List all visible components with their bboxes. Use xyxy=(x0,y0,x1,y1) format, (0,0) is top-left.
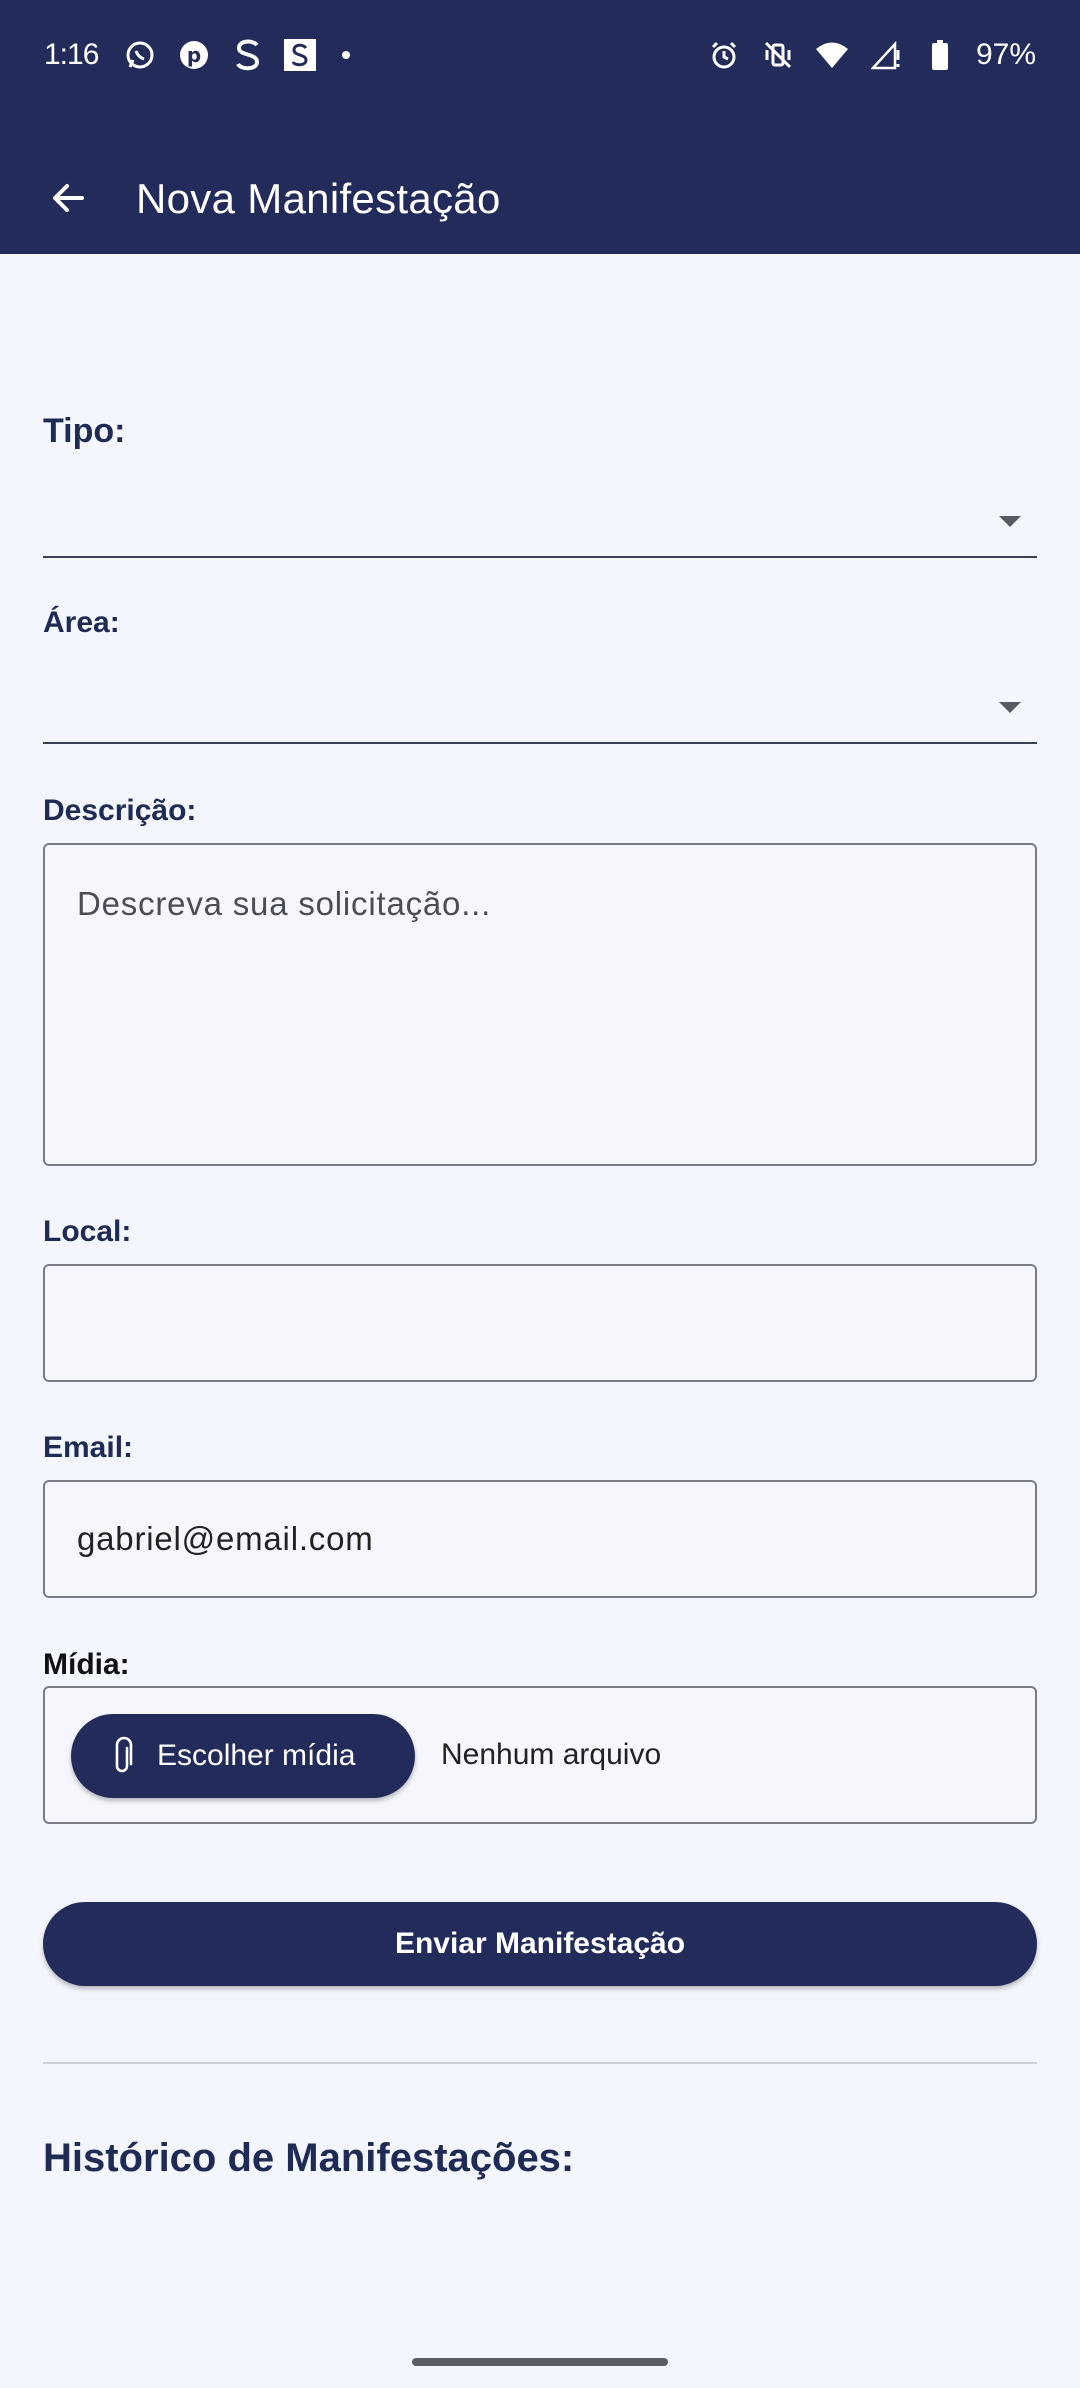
area-dropdown[interactable] xyxy=(43,674,1037,744)
media-file-status: Nenhum arquivo xyxy=(441,1738,662,1771)
more-notifications-dot xyxy=(342,51,351,59)
dropdown-arrow-icon xyxy=(999,516,1021,527)
status-bar-left: 1:16 p xyxy=(44,37,351,73)
local-label: Local: xyxy=(43,1215,132,1248)
submit-button[interactable]: Enviar Manifestação xyxy=(43,1902,1037,1986)
arrow-left-icon xyxy=(53,184,84,212)
descricao-textarea[interactable]: Descreva sua solicitação... xyxy=(43,843,1037,1166)
status-bar-right: 97% xyxy=(706,37,1036,73)
choose-media-button[interactable]: Escolher mídia xyxy=(71,1714,415,1798)
s-box-app-icon xyxy=(284,39,317,71)
choose-media-label: Escolher mídia xyxy=(157,1739,356,1772)
battery-icon xyxy=(922,37,958,73)
battery-percent: 97% xyxy=(975,38,1036,71)
s-app-icon xyxy=(230,37,266,73)
divider xyxy=(43,2062,1037,2064)
local-input[interactable] xyxy=(43,1264,1037,1382)
midia-container: Escolher mídia Nenhum arquivo xyxy=(43,1686,1037,1824)
area-label: Área: xyxy=(43,606,120,639)
dropdown-arrow-icon xyxy=(999,702,1021,713)
back-button[interactable] xyxy=(40,170,96,226)
descricao-placeholder: Descreva sua solicitação... xyxy=(77,885,492,922)
midia-label: Mídia: xyxy=(43,1648,130,1681)
email-value: gabriel@email.com xyxy=(77,1520,374,1557)
submit-label: Enviar Manifestação xyxy=(394,1927,686,1960)
alarm-icon xyxy=(706,37,742,73)
wifi-icon xyxy=(814,37,850,73)
descricao-label: Descrição: xyxy=(43,794,197,827)
email-label: Email: xyxy=(43,1431,134,1464)
app-bar: 1:16 p 97% Nova Manifestação xyxy=(0,0,1080,254)
history-title: Histórico de Manifestações: xyxy=(43,2136,575,2180)
email-input[interactable]: gabriel@email.com xyxy=(43,1480,1037,1598)
whatsapp-icon xyxy=(122,37,158,73)
status-time: 1:16 xyxy=(44,38,99,71)
svg-text:p: p xyxy=(187,43,201,67)
signal-icon xyxy=(868,37,904,73)
paperclip-icon xyxy=(115,1736,133,1773)
toolbar: Nova Manifestação xyxy=(0,150,1080,260)
home-indicator[interactable] xyxy=(412,2358,668,2366)
vibrate-off-icon xyxy=(760,37,796,73)
page-title: Nova Manifestação xyxy=(136,175,501,222)
status-bar: 1:16 p 97% xyxy=(0,0,1080,110)
pinterest-icon: p xyxy=(176,37,212,73)
tipo-dropdown[interactable] xyxy=(43,488,1037,558)
tipo-label: Tipo: xyxy=(43,412,126,450)
